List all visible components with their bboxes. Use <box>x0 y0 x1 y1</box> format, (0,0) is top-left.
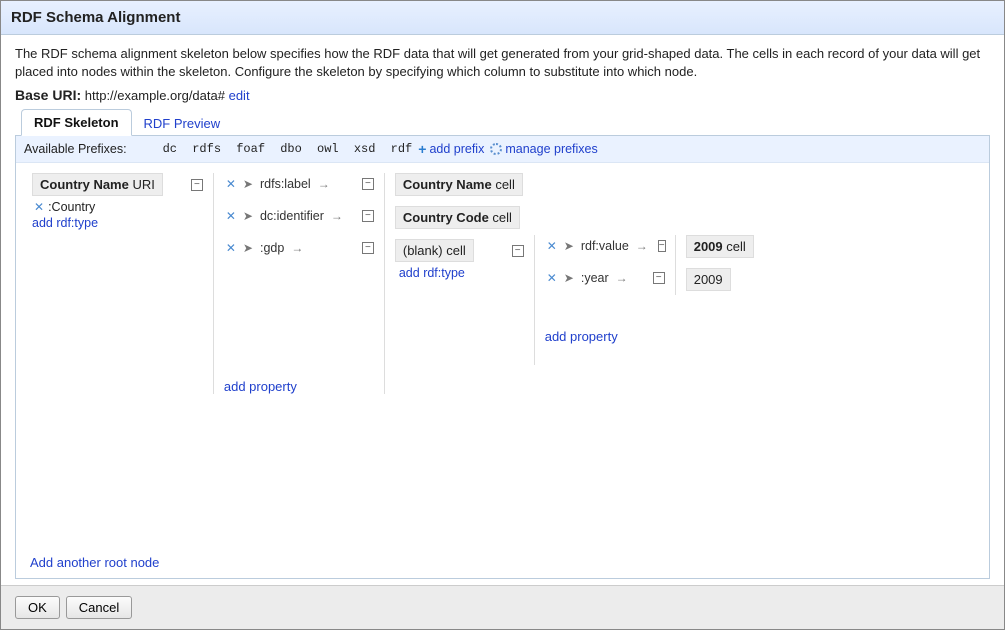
arrow-tail-icon: ➤ <box>564 271 574 285</box>
add-prefix-link[interactable]: + add prefix <box>418 141 484 157</box>
skeleton-area: Country Name URI − ✕ :Country add rdf:ty… <box>16 163 989 578</box>
prefixes-label: Available Prefixes: <box>24 142 127 156</box>
target-country-name: Country Name cell <box>395 173 524 196</box>
root-add-type-link[interactable]: add rdf:type <box>32 216 203 230</box>
target-country-code: Country Code cell <box>395 206 524 229</box>
vsep <box>534 235 535 365</box>
gear-icon <box>490 143 502 155</box>
dialog-title: RDF Schema Alignment <box>1 1 1004 35</box>
root-node-box[interactable]: Country Name URI <box>32 173 163 196</box>
base-uri-edit-link[interactable]: edit <box>229 88 250 103</box>
add-property-link[interactable]: add property <box>224 379 374 394</box>
remove-prop-icon[interactable]: ✕ <box>224 241 238 255</box>
arrow-head-icon: → <box>616 271 628 285</box>
target-2009-literal: 2009 <box>686 268 754 291</box>
prefixes-bar: Available Prefixes: dc rdfs foaf dbo owl… <box>16 136 989 163</box>
arrow-tail-icon: ➤ <box>243 209 253 223</box>
level2-targets-col: 2009 cell 2009 <box>686 235 754 291</box>
base-uri-value: http://example.org/data# <box>85 88 225 103</box>
button-bar: OK Cancel <box>1 585 1004 629</box>
prop-expander[interactable]: − <box>362 210 374 222</box>
blank-sublinks: add rdf:type <box>395 266 524 280</box>
root-sublinks: ✕ :Country add rdf:type <box>32 200 203 230</box>
arrow-head-icon: → <box>636 239 648 253</box>
prop-expander[interactable]: − <box>362 242 374 254</box>
arrow-head-icon: → <box>318 177 330 191</box>
prop-rdfs-label: ✕ ➤ rdfs:label → − <box>224 173 374 195</box>
target-node-box[interactable]: 2009 <box>686 268 731 291</box>
prop-label[interactable]: dc:identifier <box>258 209 326 223</box>
prop-label[interactable]: :gdp <box>258 241 286 255</box>
prop-year: ✕ ➤ :year → − <box>545 267 665 289</box>
root-type-line: ✕ :Country <box>32 200 203 214</box>
target-node-box[interactable]: (blank) cell <box>395 239 474 262</box>
target-expander[interactable]: − <box>512 245 524 257</box>
arrow-tail-icon: ➤ <box>564 239 574 253</box>
root-node-bold: Country Name <box>40 177 129 192</box>
root-node-rest: URI <box>129 177 155 192</box>
manage-prefixes-label: manage prefixes <box>505 142 597 156</box>
arrow-head-icon: → <box>291 241 303 255</box>
arrow-tail-icon: ➤ <box>243 177 253 191</box>
blank-props-col: ✕ ➤ rdf:value → − ✕ ➤ :year → <box>545 235 665 344</box>
remove-prop-icon[interactable]: ✕ <box>545 239 559 253</box>
root-node: Country Name URI − <box>32 173 203 196</box>
target-2009-cell: 2009 cell <box>686 235 754 258</box>
base-uri-label: Base URI: <box>15 87 81 103</box>
level1-targets-col: Country Name cell Country Code cell (bla… <box>395 173 524 280</box>
remove-prop-icon[interactable]: ✕ <box>545 271 559 285</box>
skeleton-tree: Country Name URI − ✕ :Country add rdf:ty… <box>32 173 979 394</box>
prop-expander[interactable]: − <box>362 178 374 190</box>
tabs-header: RDF Skeleton RDF Preview <box>15 109 990 136</box>
vsep <box>213 173 214 394</box>
root-expander[interactable]: − <box>191 179 203 191</box>
prop-label[interactable]: rdfs:label <box>258 177 313 191</box>
tab-skeleton[interactable]: RDF Skeleton <box>21 109 132 136</box>
root-type-value[interactable]: :Country <box>48 200 95 214</box>
arrow-tail-icon: ➤ <box>243 241 253 255</box>
remove-prop-icon[interactable]: ✕ <box>224 209 238 223</box>
cancel-button[interactable]: Cancel <box>66 596 132 619</box>
add-property-link-2[interactable]: add property <box>545 329 665 344</box>
target-node-box[interactable]: 2009 cell <box>686 235 754 258</box>
prop-label[interactable]: rdf:value <box>579 239 631 253</box>
prop-label[interactable]: :year <box>579 271 611 285</box>
rdf-schema-alignment-dialog: RDF Schema Alignment The RDF schema alig… <box>0 0 1005 630</box>
vsep <box>675 235 676 295</box>
blank-add-type-link[interactable]: add rdf:type <box>399 266 524 280</box>
tab-preview[interactable]: RDF Preview <box>132 111 233 136</box>
target-blank: (blank) cell − <box>395 239 524 262</box>
description-text: The RDF schema alignment skeleton below … <box>15 45 990 81</box>
root-props-col: ✕ ➤ rdfs:label → − ✕ ➤ dc:identifier → <box>224 173 374 394</box>
prop-dc-identifier: ✕ ➤ dc:identifier → − <box>224 205 374 227</box>
arrow-head-icon: → <box>331 209 343 223</box>
remove-type-icon[interactable]: ✕ <box>32 200 46 214</box>
vsep <box>384 173 385 394</box>
ok-button[interactable]: OK <box>15 596 60 619</box>
tab-content: Available Prefixes: dc rdfs foaf dbo owl… <box>15 135 990 579</box>
prop-rdf-value: ✕ ➤ rdf:value → − <box>545 235 665 257</box>
prefixes-list: dc rdfs foaf dbo owl xsd rdf <box>163 142 413 156</box>
prop-gdp: ✕ ➤ :gdp → − <box>224 237 374 259</box>
base-uri-line: Base URI: http://example.org/data# edit <box>15 87 990 103</box>
add-root-node-link[interactable]: Add another root node <box>30 555 159 570</box>
manage-prefixes-link[interactable]: manage prefixes <box>490 142 597 156</box>
prop-expander[interactable]: − <box>658 240 666 252</box>
remove-prop-icon[interactable]: ✕ <box>224 177 238 191</box>
add-prefix-label: add prefix <box>429 142 484 156</box>
plus-icon: + <box>418 141 426 157</box>
prop-expander[interactable]: − <box>653 272 665 284</box>
root-col: Country Name URI − ✕ :Country add rdf:ty… <box>32 173 203 230</box>
target-node-box[interactable]: Country Name cell <box>395 173 523 196</box>
target-node-box[interactable]: Country Code cell <box>395 206 520 229</box>
dialog-body: The RDF schema alignment skeleton below … <box>1 35 1004 585</box>
